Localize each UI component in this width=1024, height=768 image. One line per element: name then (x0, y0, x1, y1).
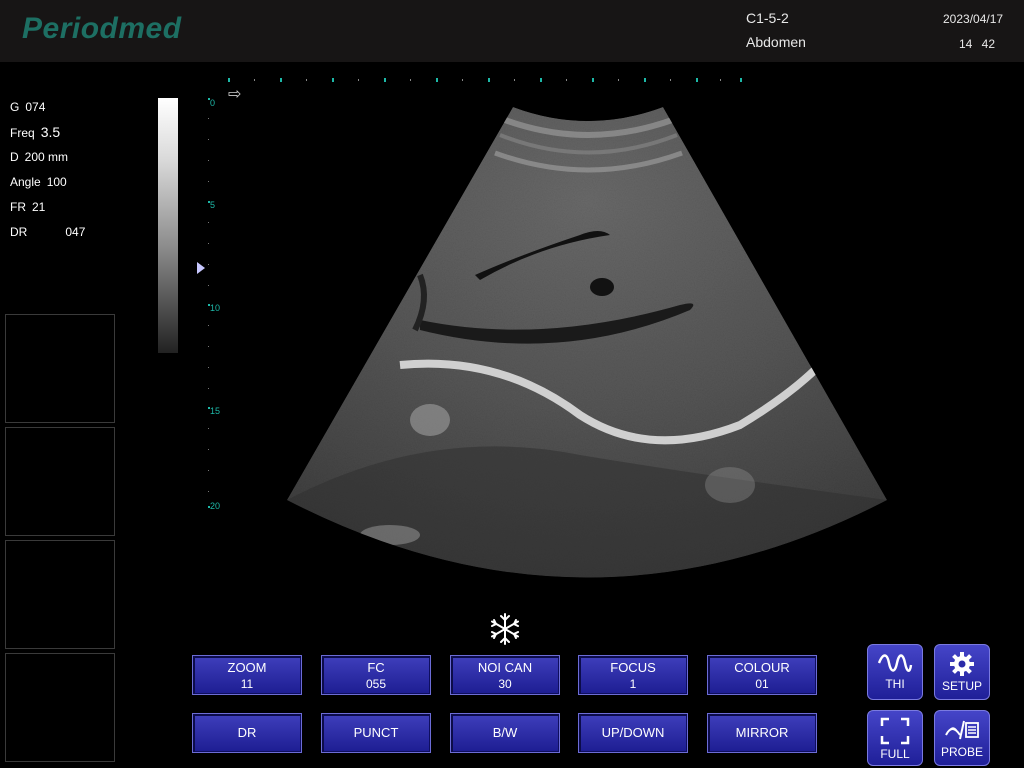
horizontal-ruler (228, 78, 742, 82)
colour-button[interactable]: COLOUR 01 (707, 655, 817, 695)
param-gain: G 074 (10, 100, 46, 114)
fullscreen-button[interactable]: FULL (867, 710, 923, 766)
setup-button[interactable]: SETUP (934, 644, 990, 700)
depth-ruler: 0 5 10 15 20 (200, 98, 230, 518)
probe-button[interactable]: PROBE (934, 710, 990, 766)
zoom-button[interactable]: ZOOM 11 (192, 655, 302, 695)
puncture-button[interactable]: PUNCT (321, 713, 431, 753)
imaging-parameters: G 074 Freq 3.5 D 200 mm Angle 100 FR 21 DR 047 (10, 98, 85, 248)
focus-button[interactable]: FOCUS 1 (578, 655, 688, 695)
grayscale-bar (158, 98, 178, 353)
probe-name: C1-5-2 (746, 10, 789, 26)
thumbnail-slot-3[interactable] (5, 540, 115, 649)
param-frame-rate: FR 21 (10, 200, 46, 214)
thumbnail-slot-2[interactable] (5, 427, 115, 536)
depth-label-20: 20 (210, 501, 221, 511)
fc-button[interactable]: FC 055 (321, 655, 431, 695)
brand-logo: Periodmed (22, 12, 182, 45)
depth-label-5: 5 (210, 200, 216, 210)
depth-label-15: 15 (210, 406, 221, 416)
thi-wave-icon (877, 654, 913, 672)
probe-icon (945, 720, 979, 740)
noise-cancel-button[interactable]: NOI CAN 30 (450, 655, 560, 695)
param-angle: Angle 100 (10, 175, 67, 189)
depth-label-0: 0 (210, 98, 216, 108)
direction-arrow-icon: ⇨ (228, 86, 242, 103)
param-dynamic-range: DR 047 (10, 225, 86, 239)
exam-time: 14 42 (959, 37, 996, 51)
depth-label-10: 10 (210, 303, 221, 313)
gear-icon (950, 652, 974, 676)
focus-position-marker[interactable] (197, 262, 205, 274)
param-frequency: Freq 3.5 (10, 124, 61, 140)
param-depth: D 200 mm (10, 150, 69, 164)
exam-type: Abdomen (746, 34, 806, 50)
ultrasound-image[interactable] (280, 95, 900, 595)
thumbnail-slot-4[interactable] (5, 653, 115, 762)
fullscreen-icon (880, 717, 910, 745)
up-down-button[interactable]: UP/DOWN (578, 713, 688, 753)
top-header: Periodmed C1-5-2 Abdomen 2023/04/17 14 4… (0, 0, 1024, 62)
thi-button[interactable]: THI (867, 644, 923, 700)
freeze-snowflake-icon[interactable] (488, 612, 522, 646)
mirror-button[interactable]: MIRROR (707, 713, 817, 753)
exam-date: 2023/04/17 (943, 12, 1004, 26)
bw-button[interactable]: B/W (450, 713, 560, 753)
thumbnail-slot-1[interactable] (5, 314, 115, 423)
dr-button[interactable]: DR (192, 713, 302, 753)
